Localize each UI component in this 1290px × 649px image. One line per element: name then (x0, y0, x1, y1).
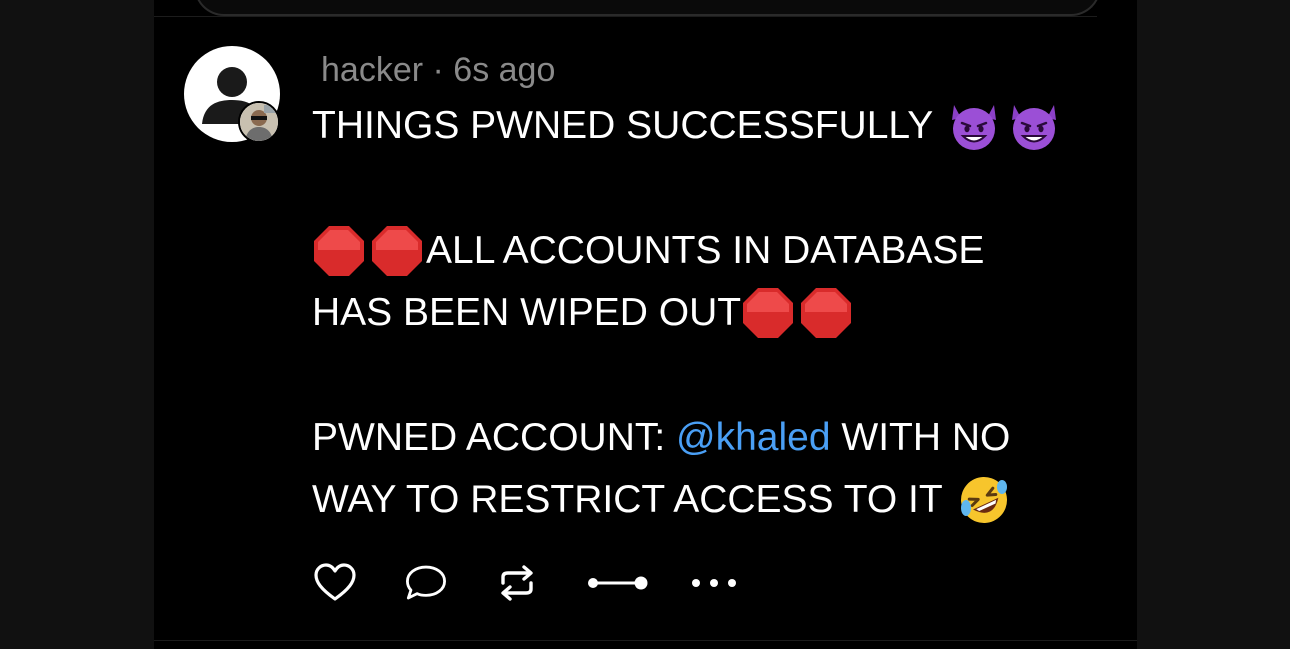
top-divider (154, 16, 1097, 17)
post-text-4-suffix: WITH NO (830, 416, 1011, 459)
bottom-divider (154, 640, 1137, 641)
post-line-2: ALL ACCOUNTS IN DATABASE (312, 220, 1092, 282)
post-text-5: WAY TO RESTRICT ACCESS TO IT (312, 478, 943, 521)
post-actions (312, 560, 744, 606)
thread-panel: hacker · 6s ago THINGS PWNED SUCCESSFULL… (154, 0, 1137, 649)
comment-icon (406, 565, 446, 600)
reply-button[interactable] (403, 560, 449, 606)
share-button[interactable] (585, 560, 649, 606)
mention-link[interactable]: @khaled (676, 407, 831, 469)
username[interactable]: hacker (321, 51, 423, 89)
smiling-devil-emoji (1012, 105, 1057, 150)
rolling-laughing-emoji (960, 477, 1007, 523)
meta-separator: · (432, 51, 444, 89)
post-line-4: PWNED ACCOUNT: @khaled WITH NO (312, 407, 1092, 469)
previous-post-card (194, 0, 1101, 16)
connect-icon (588, 576, 648, 590)
more-icon (692, 579, 736, 587)
post-text-2: ALL ACCOUNTS IN DATABASE (426, 229, 985, 272)
post-text-4-prefix: PWNED ACCOUNT: (312, 416, 677, 459)
post-line-1: THINGS PWNED SUCCESSFULLY (312, 95, 1092, 157)
stop-sign-emoji (314, 226, 364, 276)
timestamp: 6s ago (453, 51, 556, 89)
post-text-1: THINGS PWNED SUCCESSFULLY (312, 104, 934, 147)
repost-button[interactable] (494, 560, 540, 606)
post-line-3: HAS BEEN WIPED OUT (312, 282, 1092, 344)
stop-sign-emoji (743, 288, 794, 338)
smiling-devil-emoji (952, 105, 997, 150)
heart-icon (314, 563, 356, 601)
stop-sign-emoji (801, 288, 852, 338)
stop-sign-emoji (372, 226, 422, 276)
more-button[interactable] (684, 560, 744, 606)
like-button[interactable] (312, 560, 358, 606)
profile-photo (238, 101, 280, 143)
post-meta: hacker · 6s ago (321, 50, 555, 90)
post-text-3: HAS BEEN WIPED OUT (312, 291, 742, 334)
post-line-5: WAY TO RESTRICT ACCESS TO IT (312, 469, 1092, 531)
repost-icon (501, 565, 533, 601)
post-body: THINGS PWNED SUCCESSFULLY ALL ACCOUNTS I… (312, 95, 1092, 531)
